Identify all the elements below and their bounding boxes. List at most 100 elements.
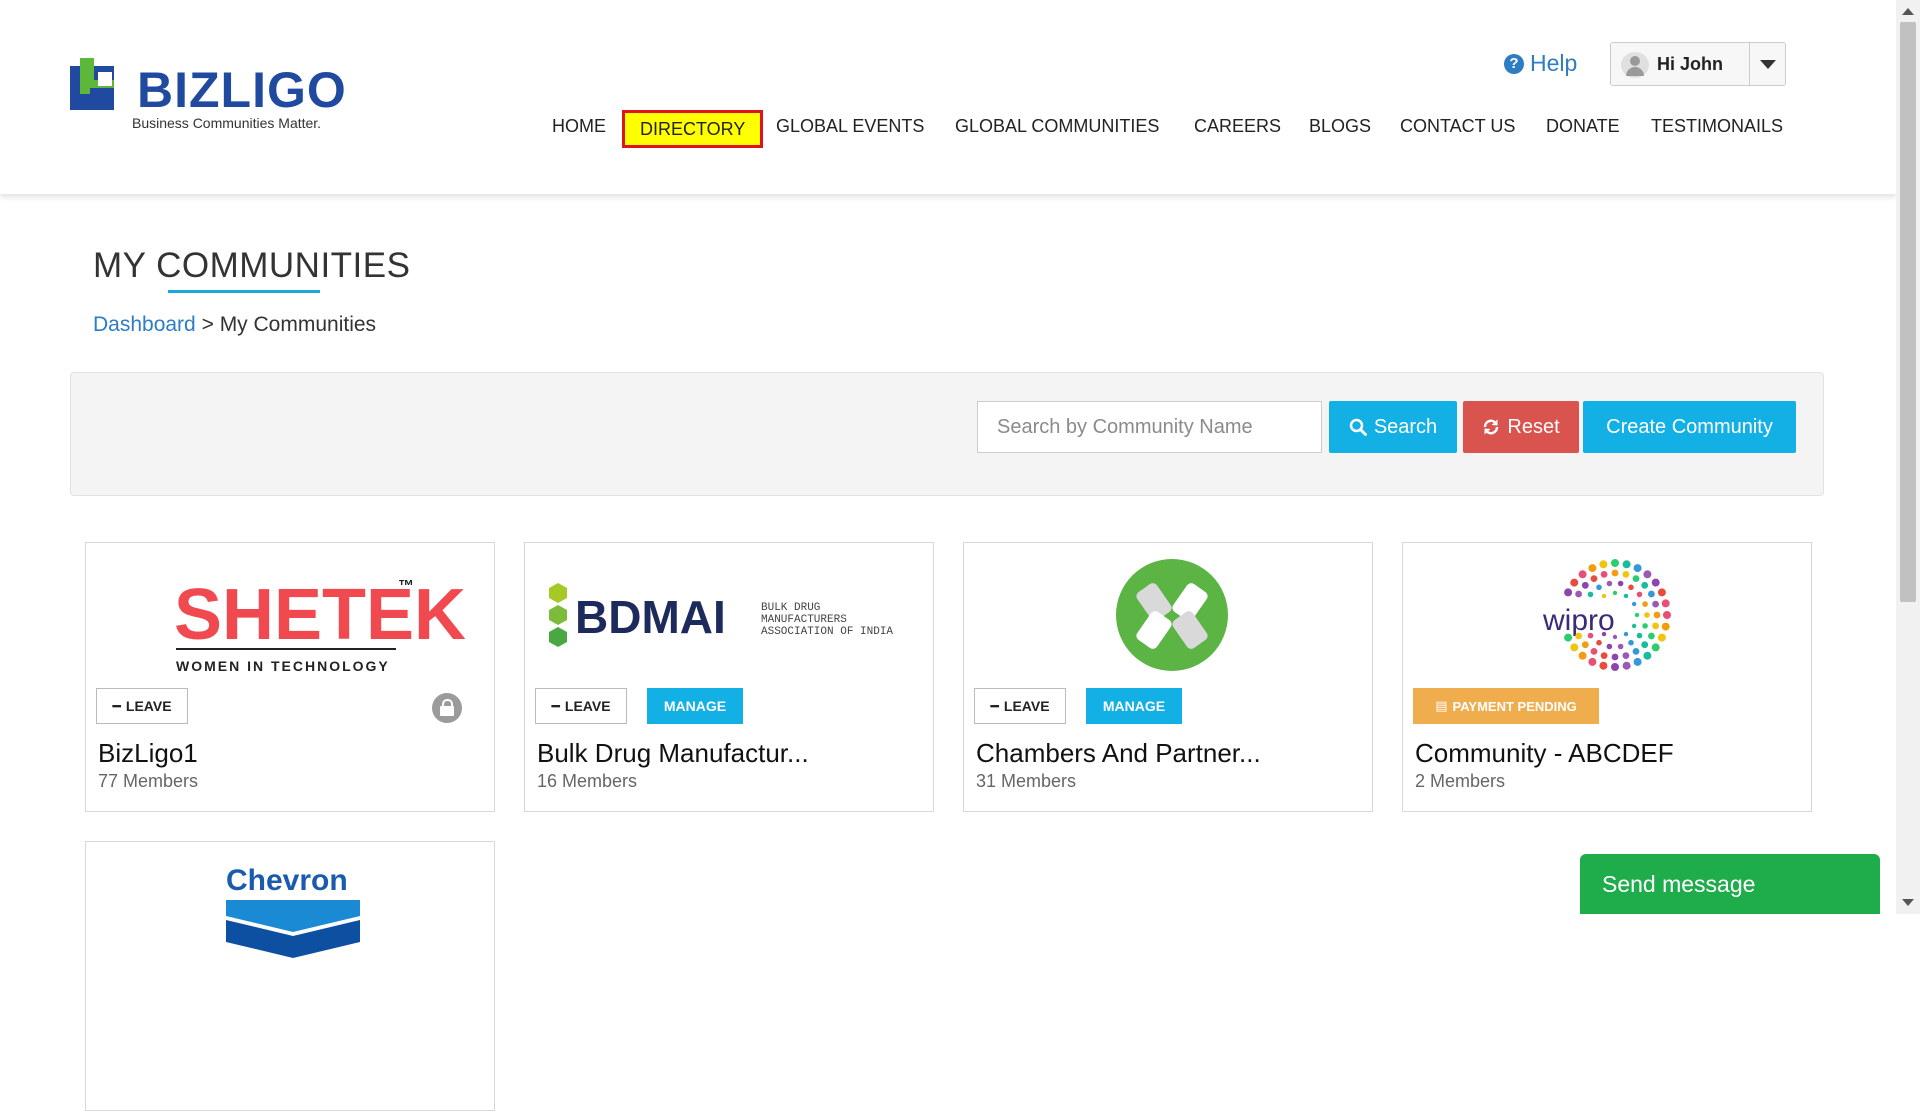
wipro-logo-dot — [1636, 591, 1643, 598]
wipro-logo-dot — [1642, 623, 1648, 629]
wipro-logo-dot — [1612, 590, 1618, 596]
wipro-logo-dot — [1644, 612, 1650, 618]
caret-down-icon[interactable] — [1749, 43, 1785, 85]
bizligo-logo[interactable]: BIZLIGO Business Communities Matter. — [70, 58, 346, 134]
bdmai-logo: BDMAI BULK DRUG MANUFACTURERS ASSOCIATIO… — [549, 583, 893, 647]
nav-directory[interactable]: DIRECTORY — [622, 110, 764, 148]
wipro-logo-dot — [1652, 600, 1659, 608]
community-name[interactable]: Chambers And Partner... — [976, 738, 1261, 769]
send-message-chat-button[interactable]: Send message — [1580, 854, 1880, 914]
user-greeting: Hi John — [1657, 54, 1723, 74]
payment-pending-label: PAYMENT PENDING — [1452, 698, 1577, 714]
nav-blogs[interactable]: BLOGS — [1309, 112, 1371, 140]
member-count: 2 Members — [1415, 771, 1506, 791]
wipro-logo-dot — [1622, 661, 1631, 670]
logo-text: BIZLIGO — [137, 62, 347, 118]
wipro-logo-dot — [1634, 612, 1640, 618]
scrollbar-thumb[interactable] — [1900, 22, 1916, 602]
community-card[interactable]: SHETEK ™ WOMEN IN TECHNOLOGY ━ LEAVE BizL… — [85, 542, 495, 812]
create-community-label: Create Community — [1606, 415, 1773, 438]
user-menu-button[interactable]: Hi John — [1610, 42, 1786, 86]
wipro-logo-dot — [1601, 593, 1607, 599]
wipro-logo-dot — [1587, 591, 1594, 598]
community-name[interactable]: BizLigo1 — [98, 738, 198, 769]
bdmai-logo-subtitle-3: ASSOCIATION OF INDIA — [761, 626, 893, 638]
site-header: BIZLIGO Business Communities Matter. ? H… — [0, 0, 1896, 194]
community-card[interactable]: ━ LEAVE MANAGE Chambers And Partner... 31… — [963, 542, 1373, 812]
wipro-logo-dot — [1632, 648, 1640, 655]
wipro-logo-dot — [1590, 648, 1598, 655]
community-name[interactable]: Community - ABCDEF — [1415, 738, 1674, 769]
reset-button[interactable]: Reset — [1463, 401, 1579, 453]
wipro-logo: wipro — [1542, 559, 1671, 671]
search-icon — [1349, 418, 1367, 436]
breadcrumb-dashboard-link[interactable]: Dashboard — [93, 313, 196, 336]
wipro-logo-dot — [1628, 639, 1634, 646]
manage-button[interactable]: MANAGE — [647, 688, 743, 724]
help-link[interactable]: ? Help — [1504, 50, 1577, 77]
bdmai-logo-subtitle-1: BULK DRUG — [761, 602, 820, 614]
nav-testimonials[interactable]: TESTIMONAILS — [1651, 112, 1783, 140]
wipro-logo-dot — [1641, 581, 1649, 589]
refresh-icon — [1484, 419, 1499, 435]
nav-donate[interactable]: DONATE — [1546, 112, 1620, 140]
handshake-logo — [1116, 559, 1228, 671]
nav-contact-us[interactable]: CONTACT US — [1400, 112, 1515, 140]
wipro-logo-dot — [1648, 632, 1655, 640]
leave-button[interactable]: ━ LEAVE — [974, 688, 1066, 724]
bizligo-logo-mark — [70, 58, 114, 110]
manage-button[interactable]: MANAGE — [1086, 688, 1182, 724]
wipro-logo-dot — [1590, 575, 1598, 582]
page-scrollbar[interactable] — [1896, 0, 1920, 914]
nav-global-communities[interactable]: GLOBAL COMMUNITIES — [955, 112, 1159, 140]
wipro-logo-dot — [1631, 601, 1637, 607]
wipro-logo-dot — [1651, 643, 1660, 652]
wipro-logo-dot — [1596, 584, 1602, 591]
create-community-button[interactable]: Create Community — [1583, 401, 1796, 453]
leave-button[interactable]: ━ LEAVE — [96, 688, 188, 724]
question-circle-icon: ? — [1504, 53, 1524, 74]
community-name[interactable]: Bulk Drug Manufactur... — [537, 738, 809, 769]
credit-card-icon: ▤ — [1435, 698, 1448, 713]
nav-home[interactable]: HOME — [552, 112, 606, 140]
wipro-logo-dot — [1600, 571, 1608, 578]
nav-global-events[interactable]: GLOBAL EVENTS — [776, 112, 924, 140]
wipro-logo-dot — [1611, 663, 1619, 671]
payment-pending-badge[interactable]: ▤ PAYMENT PENDING — [1413, 688, 1599, 724]
wipro-logo-dot — [1651, 578, 1660, 587]
wipro-logo-dot — [1633, 657, 1642, 666]
wipro-logo-dot — [1606, 643, 1613, 650]
wipro-logo-dot — [1578, 570, 1587, 579]
community-search-input[interactable] — [977, 401, 1322, 453]
wipro-logo-dot — [1623, 631, 1629, 637]
wipro-logo-dot — [1570, 578, 1579, 587]
wipro-logo-dot — [1612, 634, 1618, 640]
wipro-logo-dot — [1578, 651, 1587, 660]
shetek-logo-tm: ™ — [398, 578, 414, 595]
leave-button[interactable]: ━ LEAVE — [535, 688, 627, 724]
wipro-logo-dot — [1622, 652, 1630, 659]
community-card[interactable]: Chevron — [85, 841, 495, 1111]
wipro-logo-dot — [1601, 631, 1607, 637]
community-card[interactable]: wipro ▤ PAYMENT PENDING Community - ABCDE… — [1402, 542, 1812, 812]
lock-icon — [432, 693, 462, 723]
breadcrumb-current: My Communities — [219, 313, 377, 336]
leave-button-label: LEAVE — [564, 698, 611, 714]
nav-careers[interactable]: CAREERS — [1194, 112, 1281, 140]
bdmai-logo-subtitle-2: MANUFACTURERS — [761, 614, 847, 626]
scroll-down-arrow-icon[interactable] — [1902, 899, 1914, 906]
wipro-logo-dot — [1581, 581, 1589, 589]
search-button[interactable]: Search — [1329, 401, 1457, 453]
scroll-up-arrow-icon[interactable] — [1902, 8, 1914, 15]
wipro-logo-dot — [1633, 564, 1642, 573]
wipro-logo-dot — [1636, 632, 1643, 639]
community-card[interactable]: BDMAI BULK DRUG MANUFACTURERS ASSOCIATIO… — [524, 542, 934, 812]
logo-tagline: Business Communities Matter. — [132, 115, 322, 131]
wipro-logo-dot — [1588, 657, 1597, 666]
help-label: Help — [1530, 50, 1578, 76]
shetek-logo-subtitle: WOMEN IN TECHNOLOGY — [176, 658, 390, 674]
wipro-logo-dot — [1575, 590, 1582, 598]
search-button-label: Search — [1373, 415, 1438, 438]
breadcrumb: Dashboard > My Communities — [93, 313, 376, 337]
wipro-logo-dot — [1600, 652, 1608, 659]
